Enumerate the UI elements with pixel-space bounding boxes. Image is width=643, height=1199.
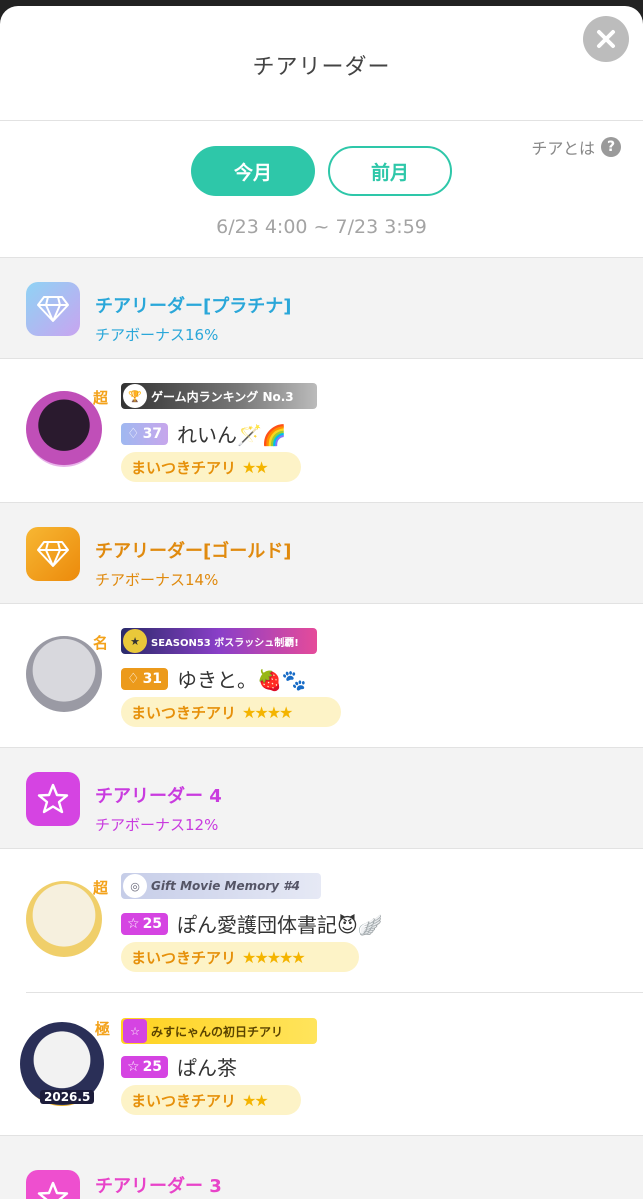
trophy-icon: 🏆 xyxy=(123,384,147,408)
tab-this-month[interactable]: 今月 xyxy=(191,146,315,196)
user-name: ゆきと。🍓🐾 xyxy=(177,668,307,692)
user-row[interactable]: 超 🏆 ゲーム内ランキング No.3 ♢ 37 れいん🪄🌈 まいつきチアリ ★★ xyxy=(0,359,643,502)
close-icon xyxy=(597,30,615,48)
cheerleader-sheet: チアリーダー チアとは ? 今月 前月 6/23 4:00 ~ 7/23 3:5… xyxy=(0,6,643,1199)
page-title: チアリーダー xyxy=(252,55,391,80)
user-row[interactable]: 名 ★ SEASON53 ボスラッシュ制覇! ♢ 31 ゆきと。🍓🐾 まいつきチア… xyxy=(0,604,643,747)
tabs-area: チアとは ? 今月 前月 6/23 4:00 ~ 7/23 3:59 xyxy=(0,121,643,258)
star-icons: ★★ xyxy=(242,1090,269,1110)
rank-badge: 超 xyxy=(92,389,108,407)
level-badge: ♢ 31 xyxy=(121,668,169,690)
star-icon xyxy=(26,772,80,826)
tab-last-month[interactable]: 前月 xyxy=(328,146,452,196)
tier-bonus: チアボーナス14% xyxy=(95,571,219,589)
user-name: ぽん愛護団体書記😈🪽 xyxy=(177,913,383,937)
diamond-icon xyxy=(26,527,80,581)
star-icons: ★★ xyxy=(242,457,269,477)
help-label: チアとは xyxy=(531,139,595,158)
title-banner: 🏆 ゲーム内ランキング No.3 xyxy=(121,383,317,409)
emblem-icon: ★ xyxy=(123,629,147,653)
star-icon xyxy=(26,1170,80,1199)
film-icon: ◎ xyxy=(123,874,147,898)
cheer-badge: まいつきチアリ ★★ xyxy=(121,452,301,482)
rank-badge: 名 xyxy=(92,634,108,652)
period-range: 6/23 4:00 ~ 7/23 3:59 xyxy=(216,216,427,238)
avatar: 名 xyxy=(26,634,108,712)
rank-badge: 極 xyxy=(94,1020,110,1038)
tier-bonus: チアボーナス12% xyxy=(95,816,219,834)
diamond-icon: ♢ xyxy=(127,426,140,442)
tier-3: チアリーダー 3 xyxy=(0,1135,643,1199)
title-banner: ◎ Gift Movie Memory #4 xyxy=(121,873,321,899)
title-banner: ★ SEASON53 ボスラッシュ制覇! xyxy=(121,628,317,654)
tier-name: チアリーダー 4 xyxy=(95,786,222,807)
avatar: 超 xyxy=(26,879,108,957)
diamond-icon: ♢ xyxy=(127,671,140,687)
tier-gold: チアリーダー[ゴールド] チアボーナス14% xyxy=(0,502,643,604)
help-link[interactable]: チアとは ? xyxy=(531,135,621,159)
star-icon: ☆ xyxy=(127,916,140,932)
star-icons: ★★★★ xyxy=(242,702,293,722)
user-name: ぱん茶 xyxy=(177,1056,237,1080)
user-name: れいん🪄🌈 xyxy=(177,423,287,447)
tier-4: チアリーダー 4 チアボーナス12% xyxy=(0,747,643,849)
level-badge: ☆ 25 xyxy=(121,1056,169,1078)
user-row[interactable]: 極 2026.5 ☆ みすにゃんの初日チアリ ☆ 25 ぱん茶 まいつきチアリ ★★ xyxy=(0,992,643,1135)
tier-name: チアリーダー[プラチナ] xyxy=(95,296,292,317)
diamond-icon xyxy=(26,282,80,336)
cheer-badge: まいつきチアリ ★★ xyxy=(121,1085,301,1115)
avatar-label: 2026.5 xyxy=(40,1090,95,1104)
title-banner: ☆ みすにゃんの初日チアリ xyxy=(121,1018,317,1044)
question-icon: ? xyxy=(601,137,621,157)
user-row[interactable]: 超 ◎ Gift Movie Memory #4 ☆ 25 ぽん愛護団体書記😈🪽 … xyxy=(0,849,643,992)
tier-platinum: チアリーダー[プラチナ] チアボーナス16% xyxy=(0,258,643,359)
close-button[interactable] xyxy=(583,16,629,62)
tier-bonus: チアボーナス16% xyxy=(95,326,219,344)
avatar: 極 2026.5 xyxy=(20,1020,110,1106)
cheer-badge: まいつきチアリ ★★★★ xyxy=(121,697,341,727)
star-icons: ★★★★★ xyxy=(242,947,306,967)
header: チアリーダー xyxy=(0,6,643,121)
rank-badge: 超 xyxy=(92,879,108,897)
star-icon: ☆ xyxy=(127,1059,140,1075)
tier-name: チアリーダー 3 xyxy=(95,1176,222,1197)
level-badge: ♢ 37 xyxy=(121,423,169,445)
cheer-badge: まいつきチアリ ★★★★★ xyxy=(121,942,359,972)
tier-name: チアリーダー[ゴールド] xyxy=(95,541,292,562)
level-badge: ☆ 25 xyxy=(121,913,169,935)
avatar: 超 xyxy=(26,389,108,467)
star-icon: ☆ xyxy=(123,1019,147,1043)
